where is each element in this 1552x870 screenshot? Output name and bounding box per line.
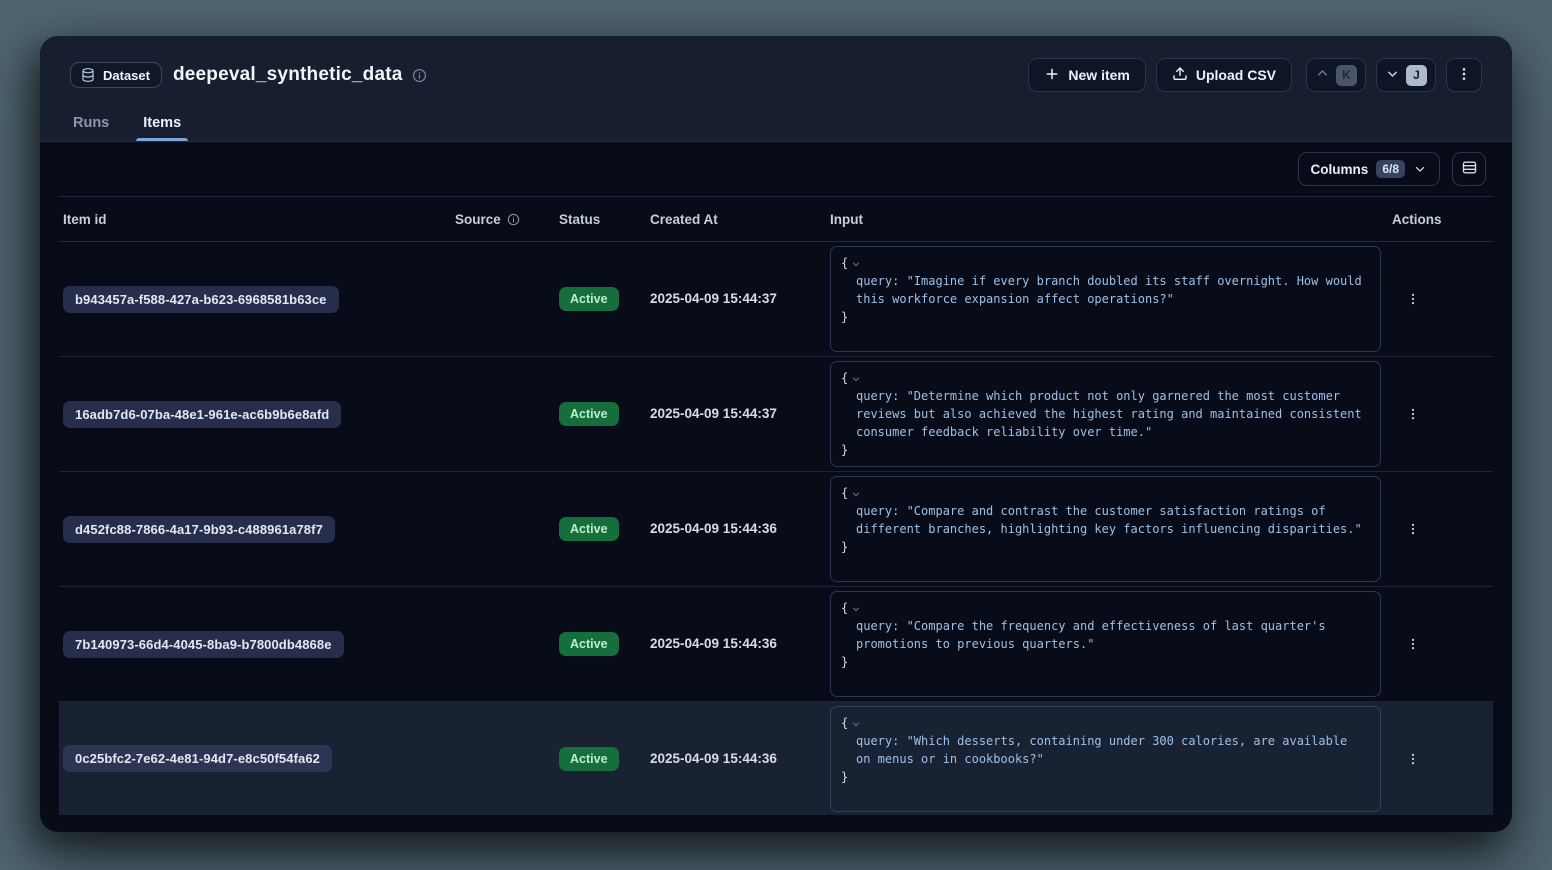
close-brace: } [841,308,1370,326]
created-at-value: 2025-04-09 15:44:37 [650,406,777,421]
row-actions-kebab-button[interactable] [1392,752,1493,766]
row-height-button[interactable] [1452,152,1486,186]
plus-icon [1044,66,1060,85]
input-json-block: { query: "Which desserts, containing und… [830,706,1381,812]
previous-item-button[interactable]: K [1306,58,1366,92]
open-brace: { [841,484,848,502]
kebab-menu-icon [1456,66,1472,85]
open-brace: { [841,714,848,732]
dataset-badge-label: Dataset [103,68,150,83]
column-header-item-id: Item id [59,212,455,227]
column-header-actions: Actions [1386,212,1493,227]
input-json-block: { query: "Imagine if every branch double… [830,246,1381,352]
column-header-input: Input [820,212,1386,227]
chevron-down-icon [1385,66,1400,84]
table-row[interactable]: 0c25bfc2-7e62-4e81-94d7-e8c50f54fa62 Act… [59,702,1493,815]
row-actions-kebab-button[interactable] [1392,522,1493,536]
source-header-label: Source [455,212,501,227]
upload-csv-label: Upload CSV [1196,67,1276,83]
input-query-text: query: "Imagine if every branch doubled … [841,272,1370,308]
status-badge: Active [559,517,619,541]
collapse-chevron-icon[interactable] [851,259,861,269]
column-header-status: Status [545,212,640,227]
table-rows-icon [1461,159,1478,179]
tab-bar: Runs Items [40,115,1512,141]
close-brace: } [841,538,1370,556]
item-id-pill[interactable]: 0c25bfc2-7e62-4e81-94d7-e8c50f54fa62 [63,745,332,772]
input-query-text: query: "Compare and contrast the custome… [841,502,1370,538]
item-id-pill[interactable]: b943457a-f588-427a-b623-6968581b63ce [63,286,339,313]
tab-runs[interactable]: Runs [66,115,116,141]
window-header: Dataset deepeval_synthetic_data New item [40,36,1512,142]
open-brace: { [841,599,848,617]
close-brace: } [841,653,1370,671]
row-actions-kebab-button[interactable] [1392,407,1493,421]
created-at-value: 2025-04-09 15:44:36 [650,751,777,766]
chevron-up-icon [1315,66,1330,84]
input-json-block: { query: "Determine which product not on… [830,361,1381,467]
status-badge: Active [559,402,619,426]
row-actions-kebab-button[interactable] [1392,637,1493,651]
item-id-pill[interactable]: d452fc88-7866-4a17-9b93-c488961a78f7 [63,516,335,543]
open-brace: { [841,369,848,387]
collapse-chevron-icon[interactable] [851,604,861,614]
shortcut-key-j: J [1406,65,1427,86]
dataset-type-badge: Dataset [70,62,162,88]
table-row[interactable]: 7b140973-66d4-4045-8ba9-b7800db4868e Act… [59,587,1493,702]
columns-visibility-button[interactable]: Columns 6/8 [1298,152,1440,186]
item-id-pill[interactable]: 7b140973-66d4-4045-8ba9-b7800db4868e [63,631,344,658]
header-top-row: Dataset deepeval_synthetic_data New item [40,36,1512,92]
header-more-actions-button[interactable] [1446,58,1482,92]
status-badge: Active [559,287,619,311]
table-row[interactable]: 16adb7d6-07ba-48e1-961e-ac6b9b6e8afd Act… [59,357,1493,472]
upload-icon [1172,66,1188,85]
column-header-created-at: Created At [640,212,820,227]
items-table: Item id Source Status Created At Input A… [59,196,1493,815]
status-badge: Active [559,632,619,656]
new-item-label: New item [1068,67,1129,83]
table-toolbar: Columns 6/8 [40,142,1512,196]
next-item-button[interactable]: J [1376,58,1436,92]
open-brace: { [841,254,848,272]
created-at-value: 2025-04-09 15:44:36 [650,521,777,536]
collapse-chevron-icon[interactable] [851,374,861,384]
shortcut-key-k: K [1336,65,1357,86]
item-id-pill[interactable]: 16adb7d6-07ba-48e1-961e-ac6b9b6e8afd [63,401,341,428]
close-brace: } [841,768,1370,786]
dataset-info-icon[interactable] [412,68,427,83]
source-info-icon[interactable] [507,213,520,226]
tab-runs-label: Runs [73,115,109,141]
table-header-row: Item id Source Status Created At Input A… [59,196,1493,242]
columns-count-badge: 6/8 [1376,160,1405,178]
close-brace: } [841,441,1370,459]
input-query-text: query: "Which desserts, containing under… [841,732,1370,768]
database-icon [80,67,96,83]
collapse-chevron-icon[interactable] [851,719,861,729]
table-row[interactable]: d452fc88-7866-4a17-9b93-c488961a78f7 Act… [59,472,1493,587]
created-at-value: 2025-04-09 15:44:37 [650,291,777,306]
input-json-block: { query: "Compare and contrast the custo… [830,476,1381,582]
tab-items-label: Items [143,115,181,141]
column-header-source: Source [455,212,545,227]
input-query-text: query: "Determine which product not only… [841,387,1370,441]
new-item-button[interactable]: New item [1028,58,1145,92]
input-query-text: query: "Compare the frequency and effect… [841,617,1370,653]
upload-csv-button[interactable]: Upload CSV [1156,58,1292,92]
collapse-chevron-icon[interactable] [851,489,861,499]
row-actions-kebab-button[interactable] [1392,292,1493,306]
page-title: deepeval_synthetic_data [173,64,403,86]
tab-items[interactable]: Items [136,115,188,141]
status-badge: Active [559,747,619,771]
dataset-items-window: Dataset deepeval_synthetic_data New item [40,36,1512,832]
created-at-value: 2025-04-09 15:44:36 [650,636,777,651]
columns-button-label: Columns [1311,162,1369,177]
input-json-block: { query: "Compare the frequency and effe… [830,591,1381,697]
table-row[interactable]: b943457a-f588-427a-b623-6968581b63ce Act… [59,242,1493,357]
chevron-down-icon [1413,162,1427,176]
header-actions: New item Upload CSV [1028,58,1482,92]
